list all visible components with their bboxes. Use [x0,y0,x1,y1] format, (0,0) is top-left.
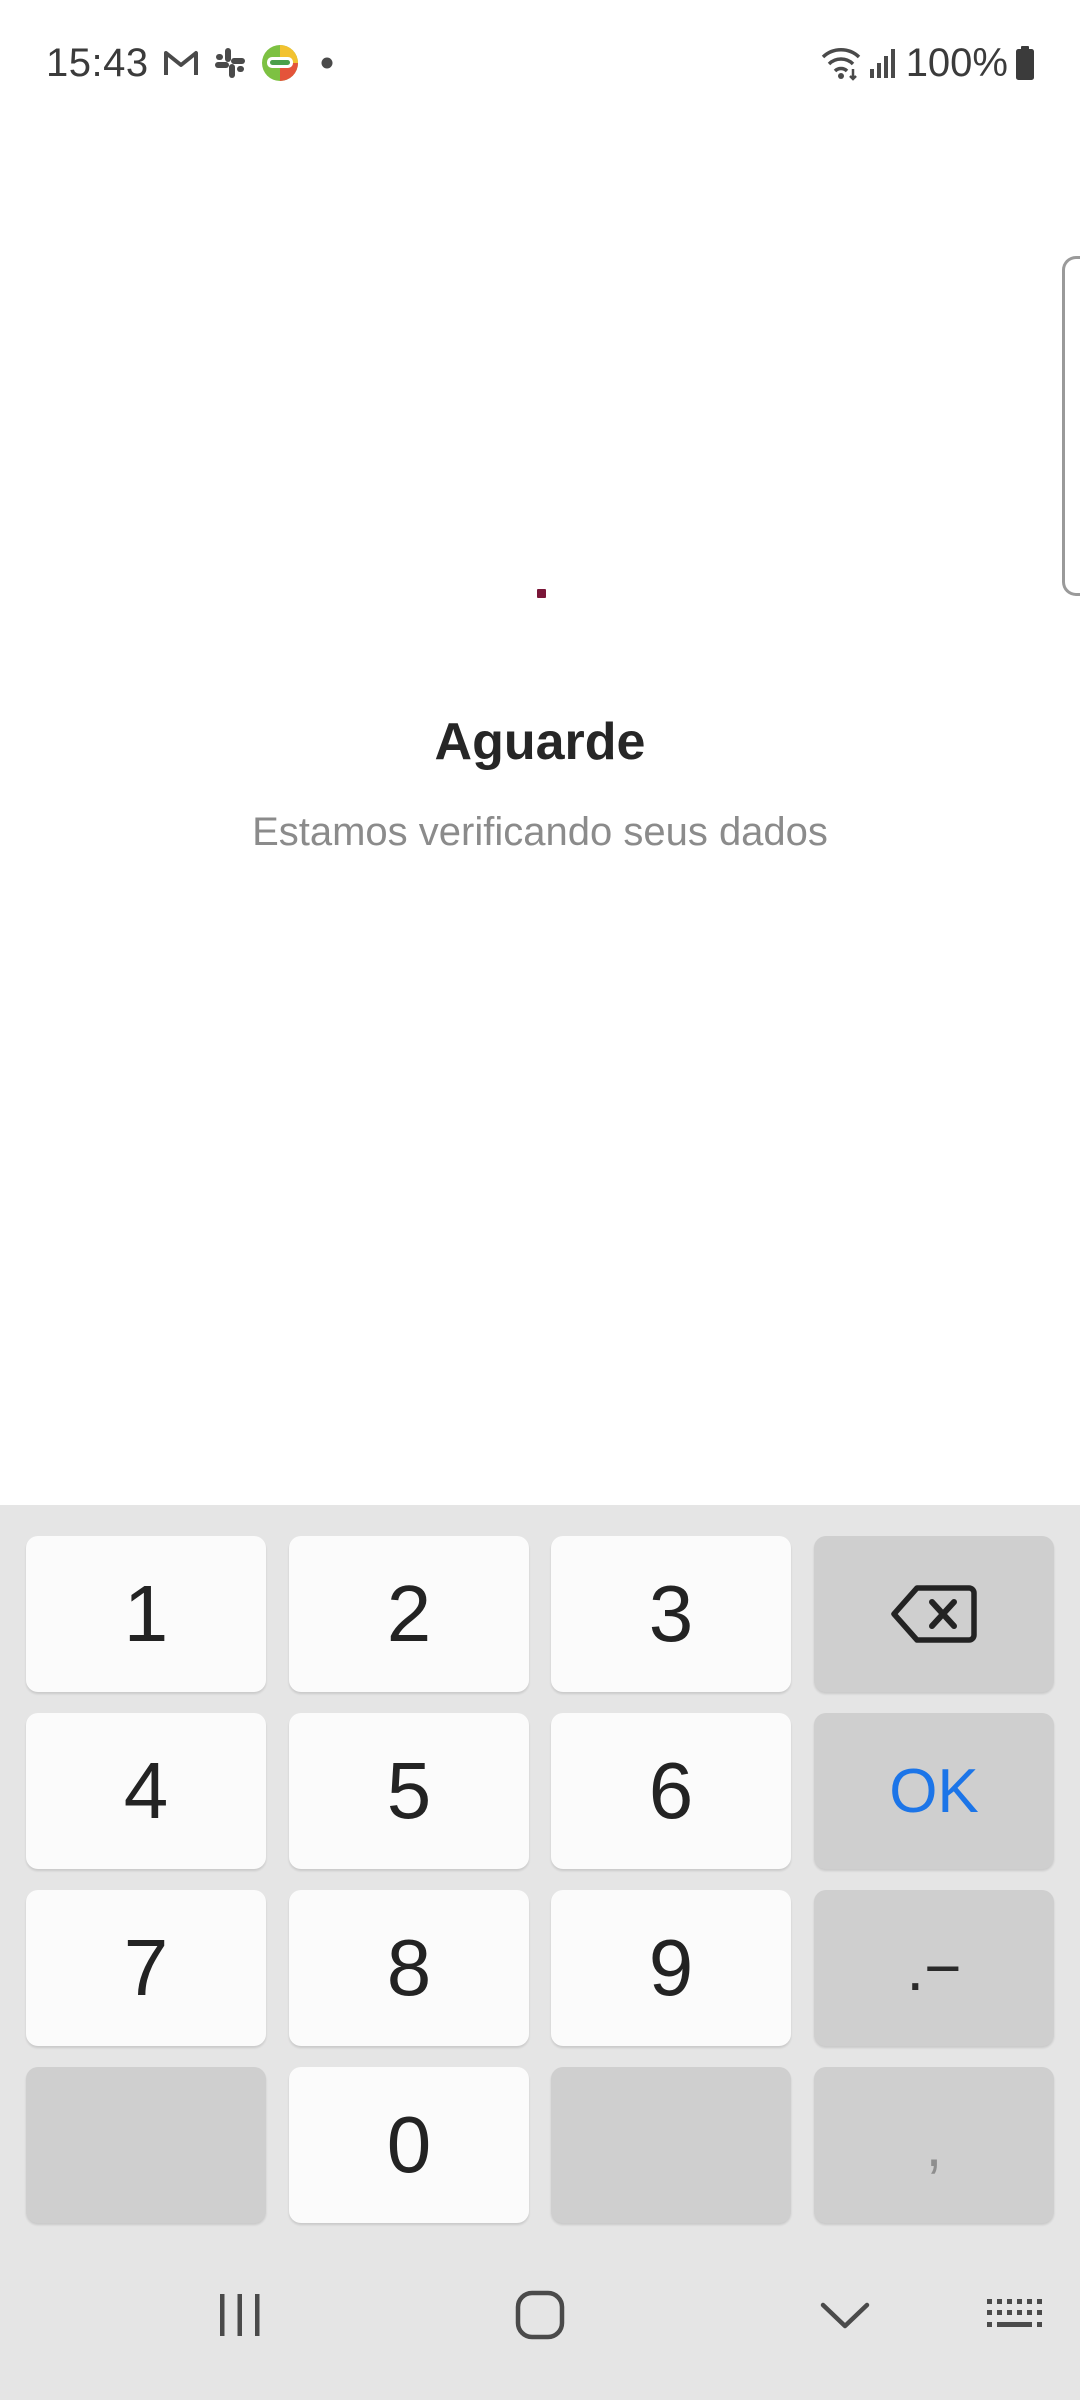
keyboard-switch-icon [985,2295,1045,2335]
aleloapp-icon [261,44,299,82]
key-4[interactable]: 4 [26,1713,266,1869]
status-right: 100% [814,41,1036,86]
key-8[interactable]: 8 [289,1890,529,2046]
recents-button[interactable] [180,2275,300,2355]
ok-key[interactable]: OK [814,1713,1054,1869]
key-1[interactable]: 1 [26,1536,266,1692]
wifi-icon [820,45,862,81]
keyboard-switch-button[interactable] [955,2275,1075,2355]
dot-dash-key[interactable]: .− [814,1890,1054,2046]
edge-panel-handle[interactable] [1062,256,1080,596]
key-0[interactable]: 0 [289,2067,529,2223]
key-9[interactable]: 9 [551,1890,791,2046]
status-left: 15:43 [46,41,333,86]
battery-icon [1014,45,1036,81]
screen: 15:43 100% Aguarde Estamos verificando s… [0,0,1080,2400]
backspace-key[interactable] [814,1536,1054,1692]
notification-dot-icon [321,57,333,69]
loading-subtitle: Estamos verificando seus dados [252,810,828,854]
key-5[interactable]: 5 [289,1713,529,1869]
blank-key-left [26,2067,266,2223]
status-bar: 15:43 100% [0,0,1080,126]
recents-icon [215,2291,265,2339]
hide-keyboard-button[interactable] [785,2275,905,2355]
key-2[interactable]: 2 [289,1536,529,1692]
home-icon [514,2289,566,2341]
status-time: 15:43 [46,40,149,85]
gmail-icon [163,48,199,78]
key-7[interactable]: 7 [26,1890,266,2046]
backspace-icon [891,1584,977,1644]
key-6[interactable]: 6 [551,1713,791,1869]
home-button[interactable] [480,2275,600,2355]
signal-icon [868,47,898,79]
comma-key[interactable]: , [814,2067,1054,2223]
blank-key-right [551,2067,791,2223]
key-3[interactable]: 3 [551,1536,791,1692]
slack-icon [213,46,247,80]
hide-keyboard-icon [819,2299,871,2331]
battery-percent: 100% [905,40,1008,85]
loading-title: Aguarde [434,713,646,771]
navigation-bar [0,2250,1080,2400]
loading-spinner [537,589,546,598]
